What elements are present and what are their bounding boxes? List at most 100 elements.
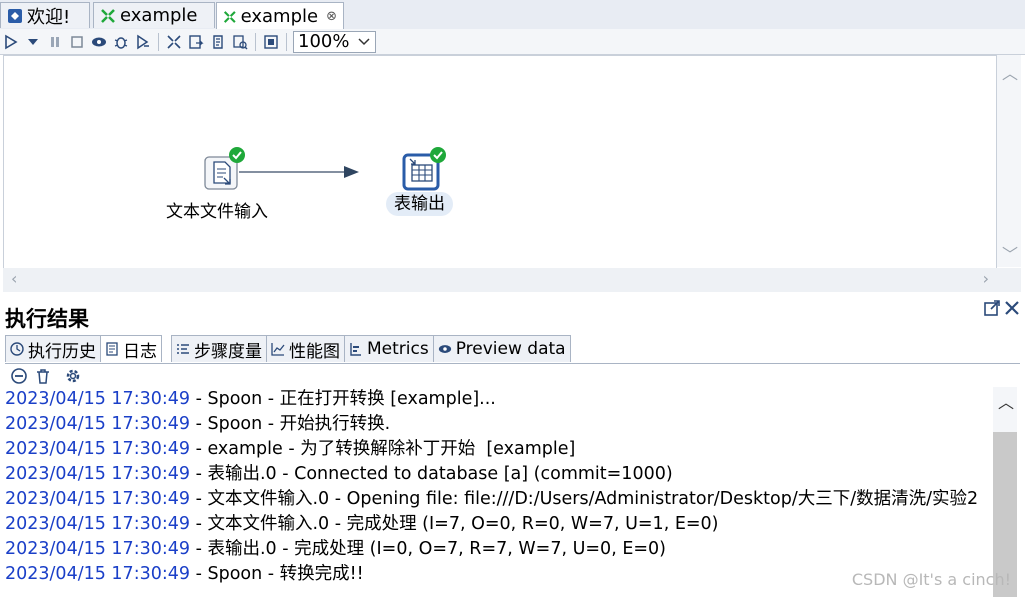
verify-button[interactable]: [163, 31, 185, 53]
log-timestamp: 2023/04/15 17:30:49: [5, 539, 191, 559]
debug-button[interactable]: [110, 31, 132, 53]
log-line: 2023/04/15 17:30:49 - Spoon - 正在打开转换 [ex…: [5, 387, 993, 412]
canvas-horizontal-scrollbar[interactable]: ‹ ›: [3, 268, 1021, 292]
editor-tab-bar: 欢迎! example example ⊗: [0, 0, 1025, 30]
log-message: - example - 为了转换解除补丁开始 [example]: [190, 439, 576, 459]
log-message: - Spoon - 正在打开转换 [example]...: [190, 389, 496, 409]
chevron-down-icon: [358, 37, 370, 45]
hop-arrow-icon: [344, 166, 359, 178]
scroll-up-icon[interactable]: ︿: [998, 389, 1014, 413]
scroll-down-icon[interactable]: ﹀: [1002, 241, 1018, 265]
replay-icon: [137, 34, 149, 49]
toolbar-separator: [158, 32, 159, 51]
bug-icon: [114, 36, 128, 49]
transformation-icon: [223, 10, 236, 23]
success-check-icon: [229, 147, 245, 163]
tab-label: 执行历史: [28, 341, 96, 362]
tab-log[interactable]: 日志: [100, 335, 162, 362]
tab-step-metrics[interactable]: 步骤度量: [171, 335, 267, 362]
zoom-value: 100%: [298, 31, 350, 52]
replay-button[interactable]: [132, 31, 154, 53]
tab-example-1[interactable]: example: [93, 2, 215, 28]
log-timestamp: 2023/04/15 17:30:49: [5, 514, 191, 534]
log-message: - 文本文件输入.0 - Opening file: file:///D:/Us…: [190, 489, 979, 509]
welcome-icon: [8, 8, 22, 23]
tab-performance-chart[interactable]: 性能图: [266, 335, 345, 362]
tab-label: Metrics: [367, 339, 429, 359]
tab-example-2[interactable]: example ⊗: [216, 2, 344, 30]
sql-button[interactable]: [207, 31, 229, 53]
log-settings-gear-icon[interactable]: [64, 367, 82, 385]
tab-metrics[interactable]: Metrics: [344, 335, 434, 362]
step-text-file-input[interactable]: [203, 147, 245, 191]
results-tab-strip: 执行历史 日志 步骤度量 性能图 Metrics Preview data: [5, 335, 571, 362]
toolbar-separator: [255, 32, 256, 51]
log-message: - 表输出.0 - Connected to database [a] (com…: [190, 464, 673, 484]
step-label-selected: 表输出: [386, 192, 453, 216]
transformation-canvas[interactable]: 文本文件输入 表输出: [3, 55, 997, 269]
step-table-output[interactable]: [402, 147, 446, 191]
history-icon: [10, 342, 24, 356]
log-timestamp: 2023/04/15 17:30:49: [5, 564, 191, 584]
stop-button[interactable]: [66, 31, 88, 53]
log-line: 2023/04/15 17:30:49 - example - 为了转换解除补丁…: [5, 437, 993, 462]
tab-label: 性能图: [289, 341, 340, 362]
chevron-down-icon: [28, 38, 38, 45]
results-pane-icon: [264, 34, 278, 49]
log-line: 2023/04/15 17:30:49 - 文本文件输入.0 - 完成处理 (I…: [5, 512, 993, 537]
tab-label: Preview data: [455, 339, 566, 359]
log-line: 2023/04/15 17:30:49 - Spoon - 转换完成!!: [5, 562, 993, 587]
maximize-panel-icon[interactable]: [983, 299, 1001, 317]
hop-layer: [239, 166, 359, 178]
scroll-up-icon[interactable]: ︿: [1002, 60, 1018, 84]
log-message: - Spoon - 开始执行转换.: [190, 414, 391, 434]
log-toolbar: [5, 363, 1020, 388]
log-vertical-scrollbar[interactable]: ︿: [993, 387, 1017, 597]
eye-icon: [92, 37, 106, 46]
step-metrics-icon: [177, 344, 189, 354]
log-message: - 文本文件输入.0 - 完成处理 (I=7, O=0, R=0, W=7, U…: [190, 514, 719, 534]
pause-button[interactable]: [44, 31, 66, 53]
transformation-toolbar: 100%: [0, 29, 1025, 55]
results-panel-title: 执行结果: [5, 307, 89, 331]
verify-icon: [167, 34, 181, 49]
tab-welcome[interactable]: 欢迎!: [0, 2, 90, 28]
show-results-button[interactable]: [260, 31, 282, 53]
impact-icon: [189, 34, 204, 49]
tab-preview-data[interactable]: Preview data: [432, 335, 571, 362]
log-message: - 表输出.0 - 完成处理 (I=0, O=7, R=7, W=7, U=0,…: [190, 539, 666, 559]
stop-log-icon[interactable]: [10, 367, 28, 385]
close-panel-icon[interactable]: [1004, 300, 1020, 316]
log-timestamp: 2023/04/15 17:30:49: [5, 464, 191, 484]
transformation-icon: [101, 8, 115, 23]
log-line: 2023/04/15 17:30:49 - Spoon - 开始执行转换.: [5, 412, 993, 437]
log-output[interactable]: 2023/04/15 17:30:49 - Spoon - 正在打开转换 [ex…: [5, 387, 993, 597]
clear-log-icon[interactable]: [34, 367, 52, 385]
preview-eye-icon: [438, 345, 451, 353]
log-line: 2023/04/15 17:30:49 - 表输出.0 - Connected …: [5, 462, 993, 487]
pause-icon: [51, 36, 59, 47]
close-icon[interactable]: ⊗: [326, 9, 337, 24]
tab-label: 步骤度量: [194, 341, 262, 362]
run-options-dropdown[interactable]: [22, 31, 44, 53]
canvas-vertical-scrollbar[interactable]: ︿ ﹀: [997, 55, 1021, 267]
scroll-left-icon[interactable]: ‹: [11, 269, 17, 288]
success-check-icon: [430, 147, 446, 163]
sql-script-icon: [213, 34, 223, 49]
log-line: 2023/04/15 17:30:49 - 文本文件输入.0 - Opening…: [5, 487, 993, 512]
impact-button[interactable]: [185, 31, 207, 53]
metrics-icon: [350, 343, 361, 356]
tab-execution-history[interactable]: 执行历史: [5, 335, 101, 362]
database-explore-icon: [233, 34, 248, 50]
log-timestamp: 2023/04/15 17:30:49: [5, 489, 191, 509]
zoom-select[interactable]: 100%: [293, 30, 377, 53]
tab-label: example: [240, 6, 319, 27]
performance-chart-icon: [271, 343, 285, 356]
preview-button[interactable]: [88, 31, 110, 53]
explore-db-button[interactable]: [229, 31, 251, 53]
log-timestamp: 2023/04/15 17:30:49: [5, 439, 191, 459]
scroll-right-icon[interactable]: ›: [983, 269, 989, 288]
run-button[interactable]: [0, 31, 22, 53]
tab-label: 日志: [123, 341, 157, 362]
log-message: - Spoon - 转换完成!!: [190, 564, 364, 584]
